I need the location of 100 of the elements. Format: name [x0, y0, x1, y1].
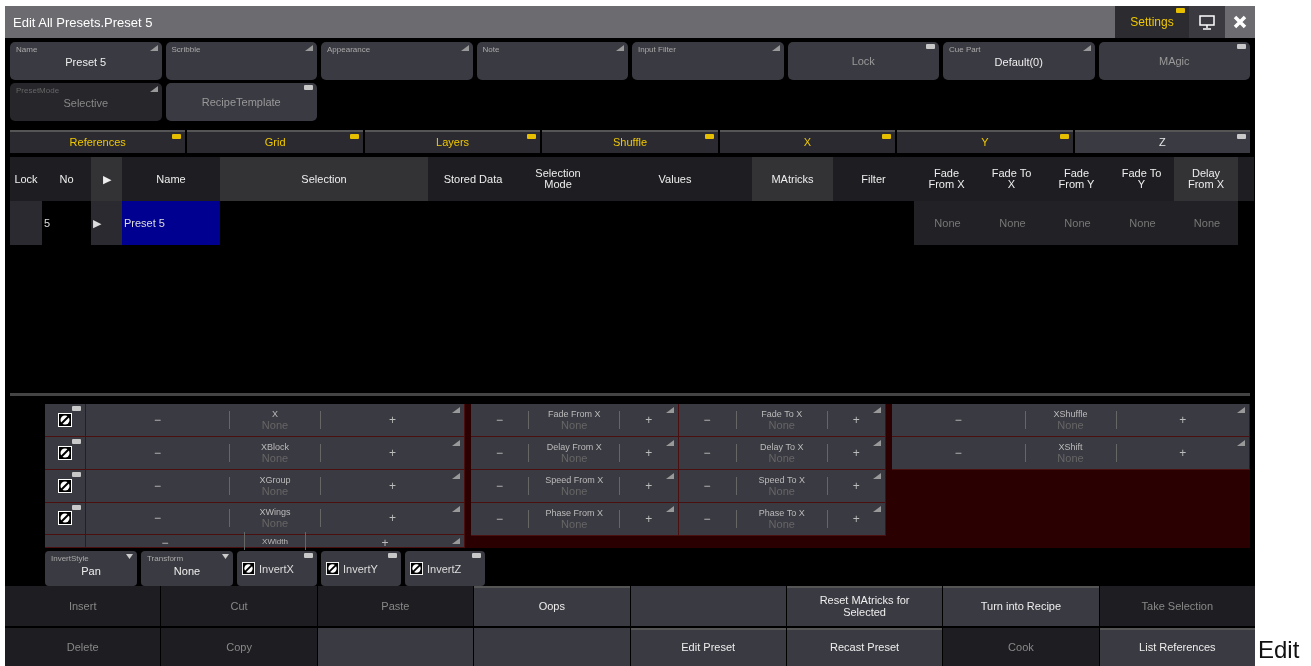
encoder-label: Fade To X	[761, 409, 803, 420]
command-button[interactable]: Edit Preset	[630, 628, 786, 666]
field-label: Input Filter	[638, 45, 676, 54]
column-header[interactable]: Stored Data	[428, 157, 518, 201]
plus-button[interactable]: +	[306, 535, 464, 548]
minus-button[interactable]: −	[678, 470, 736, 503]
encoder-label: XShuffle	[1053, 409, 1088, 420]
property-field[interactable]: Note	[476, 42, 628, 80]
tab[interactable]: Y	[897, 129, 1073, 153]
property-field[interactable]: Cue Part Default(0)	[943, 42, 1095, 80]
column-header[interactable]: Name	[122, 157, 220, 201]
column-header[interactable]: MAtricks	[752, 157, 833, 201]
plus-button[interactable]: +	[620, 503, 678, 536]
tab[interactable]: Shuffle	[542, 129, 718, 153]
minus-button[interactable]: −	[892, 404, 1025, 437]
corner-mark-icon	[873, 407, 881, 414]
corner-mark-icon	[305, 45, 313, 51]
minus-button[interactable]: −	[471, 503, 529, 536]
plus-button[interactable]: +	[321, 502, 464, 535]
dropdown[interactable]: Transform None	[141, 551, 233, 586]
column-header[interactable]: Fade To X	[979, 157, 1044, 201]
minus-button[interactable]: −	[86, 469, 229, 502]
plus-button[interactable]: +	[1116, 404, 1249, 437]
plus-button[interactable]: +	[827, 503, 885, 536]
plus-button[interactable]: +	[827, 437, 885, 470]
column-header[interactable]: No	[42, 157, 91, 201]
monitor-button[interactable]	[1189, 6, 1225, 38]
column-header[interactable]: Delay From X	[1174, 157, 1238, 201]
toggle-button[interactable]: MAgic	[1098, 42, 1250, 80]
column-header[interactable]: Fade From Y	[1044, 157, 1109, 201]
dropdown[interactable]: InvertStyle Pan	[45, 551, 137, 586]
toggle-button[interactable]: InvertY	[321, 551, 401, 586]
minus-button[interactable]: −	[471, 470, 529, 503]
column-header[interactable]: Values	[598, 157, 752, 201]
minus-button[interactable]: −	[86, 437, 229, 469]
corner-mark-icon	[873, 440, 881, 447]
settings-button[interactable]: Settings	[1115, 6, 1189, 38]
tab[interactable]: X	[719, 129, 896, 153]
corner-mark-icon	[452, 472, 460, 479]
invert-icon	[410, 562, 423, 576]
corner-mark-icon	[460, 45, 469, 51]
field-value: None	[172, 565, 202, 578]
plus-button[interactable]: +	[827, 470, 885, 503]
column-header[interactable]: Selection Mode	[518, 157, 598, 201]
command-button[interactable]: Oops	[474, 586, 630, 626]
plus-button[interactable]: +	[620, 437, 678, 470]
column-header[interactable]: ▶	[91, 157, 122, 201]
minus-button[interactable]: −	[86, 404, 229, 437]
corner-mark-icon	[452, 407, 460, 414]
property-field[interactable]: Input Filter	[632, 42, 784, 80]
column-header[interactable]: Fade From X	[914, 157, 979, 201]
tab[interactable]: Z	[1074, 129, 1250, 153]
field-label: InvertStyle	[51, 554, 89, 564]
column-header[interactable]: Selection	[220, 157, 428, 201]
property-field[interactable]: Appearance	[321, 42, 473, 80]
command-button[interactable]: Turn into Recipe	[943, 586, 1099, 626]
tab[interactable]: Grid	[187, 129, 363, 153]
command-button[interactable]: List References	[1099, 628, 1255, 666]
encoder-label: Fade From X	[548, 409, 601, 420]
minus-button[interactable]: −	[678, 503, 736, 536]
toggle-button[interactable]: InvertZ	[405, 551, 485, 586]
minus-button[interactable]: −	[86, 535, 244, 548]
field-label: Appearance	[327, 45, 371, 54]
minus-button[interactable]: −	[86, 502, 229, 535]
command-button[interactable]: Recast Preset	[786, 628, 943, 666]
column-header[interactable]: Lock	[10, 157, 42, 201]
property-field[interactable]: Name Preset 5	[10, 42, 162, 80]
toggle-button[interactable]: RecipeTemplate	[165, 83, 317, 121]
property-field[interactable]: Scribble	[165, 42, 317, 80]
minus-button[interactable]: −	[471, 437, 529, 470]
plus-button[interactable]: +	[321, 469, 464, 502]
corner-mark-icon	[452, 538, 460, 545]
corner-mark-icon	[665, 506, 674, 513]
field-value: Default(0)	[993, 56, 1044, 68]
field-label: PresetMode	[16, 86, 60, 95]
window-title: Edit All Presets.Preset 5	[12, 14, 154, 30]
command-button[interactable]: Reset MAtricks for Selected	[786, 586, 943, 626]
plus-button[interactable]: +	[620, 404, 678, 437]
minus-button[interactable]: −	[678, 404, 736, 437]
plus-button[interactable]: +	[620, 470, 678, 503]
tab[interactable]: Layers	[364, 129, 541, 153]
close-icon	[1233, 15, 1247, 29]
plus-button[interactable]: +	[321, 437, 464, 469]
minus-button[interactable]: −	[471, 404, 529, 437]
minus-button[interactable]: −	[678, 437, 736, 470]
column-header[interactable]: Fade To Y	[1109, 157, 1174, 201]
encoder-label: Delay From X	[546, 442, 602, 453]
toggle-button[interactable]: InvertX	[237, 551, 317, 586]
encoder-label: XBlock	[261, 441, 289, 452]
tab[interactable]: References	[10, 129, 186, 153]
plus-button[interactable]: +	[1116, 437, 1249, 470]
minus-button[interactable]: −	[892, 437, 1025, 470]
corner-mark-icon	[452, 440, 460, 447]
plus-button[interactable]: +	[321, 404, 464, 437]
corner-mark-icon	[616, 45, 624, 51]
encoder-label: XWidth	[262, 536, 288, 546]
toggle-button[interactable]: Lock	[787, 42, 939, 80]
column-header[interactable]: Filter	[833, 157, 914, 201]
plus-button[interactable]: +	[827, 404, 885, 437]
table-cell[interactable]: Preset 5	[122, 201, 220, 245]
